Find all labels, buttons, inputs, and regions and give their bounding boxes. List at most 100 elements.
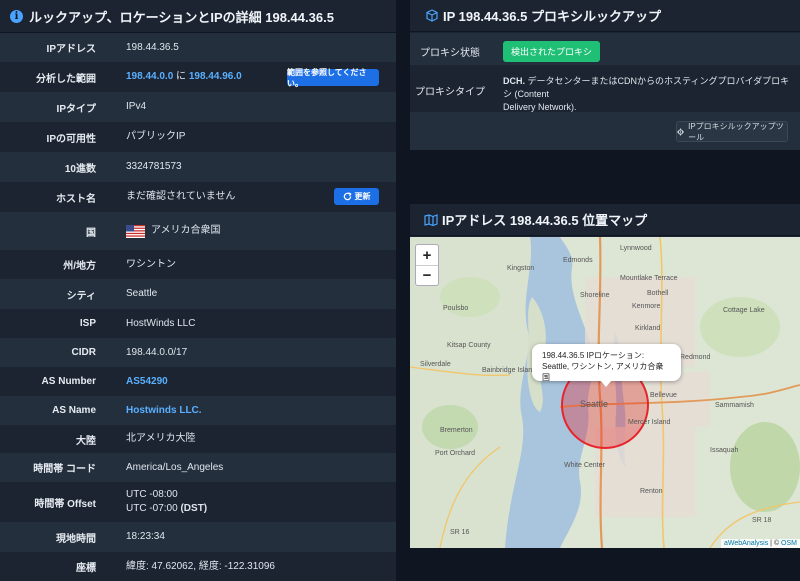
row-label: 時間帯 コード — [33, 464, 96, 475]
row-ip-type: IPタイプ IPv4 — [0, 92, 396, 122]
row-as-number: AS Number AS54290 — [0, 367, 396, 396]
row-city: シティ Seattle — [0, 279, 396, 309]
map-label: Issaquah — [710, 447, 739, 454]
map-label: Redmond — [680, 354, 711, 361]
range-joiner: に — [176, 71, 187, 82]
row-value: America/Los_Angeles — [126, 461, 224, 473]
row-value: まだ確認されていません — [126, 191, 236, 202]
offset-standard: UTC -08:00 — [126, 489, 178, 500]
proxy-type-label: プロキシタイプ — [415, 87, 485, 98]
row-as-name: AS Name Hostwinds LLC. — [0, 396, 396, 425]
row-value: 北アメリカ大陸 — [126, 433, 196, 444]
row-label: ホスト名 — [56, 193, 96, 205]
row-label: IPの可用性 — [46, 133, 96, 145]
row-value: 3324781573 — [126, 161, 182, 172]
proxy-type-code: DCH. — [503, 76, 525, 86]
proxy-tool-label: IPプロキシルックアップツール — [688, 121, 784, 142]
proxy-header: IP 198.44.36.5 プロキシルックアップ — [410, 0, 800, 32]
offset-dst: UTC -07:00 (DST) — [126, 502, 207, 516]
row-continent: 大陸 北アメリカ大陸 — [0, 425, 396, 453]
row-ip-address: IPアドレス 198.44.36.5 — [0, 33, 396, 62]
map-label: Renton — [640, 488, 663, 495]
map-label: Bothell — [647, 290, 669, 297]
map-label: Cottage Lake — [723, 307, 765, 314]
row-label: AS Name — [52, 405, 96, 416]
proxy-status-row: プロキシ状態 検出されたプロキシ — [410, 33, 800, 65]
map-label: Poulsbo — [443, 305, 469, 312]
attribution-sep: | © — [768, 540, 782, 547]
row-label: 10進数 — [64, 163, 96, 175]
proxy-type-desc-2: Delivery Network). — [503, 102, 577, 112]
map-label: Port Orchard — [435, 450, 476, 457]
row-label: IPタイプ — [56, 103, 96, 115]
row-value: アメリカ合衆国 — [126, 224, 221, 238]
dst-tag: (DST) — [180, 503, 208, 514]
view-range-button[interactable]: 範囲を参照してください。 — [287, 68, 379, 88]
map-title: IPアドレス 198.44.36.5 位置マップ — [442, 213, 648, 228]
proxy-panel: IP 198.44.36.5 プロキシルックアップ プロキシ状態 検出されたプロ… — [410, 0, 800, 150]
map-label: White Center — [564, 462, 605, 469]
location-popup: 198.44.36.5 IPロケーション: Seattle, ワシントン, アメ… — [532, 344, 681, 382]
popup-line-1: 198.44.36.5 IPロケーション: — [542, 351, 645, 360]
row-value: IPv4 — [126, 101, 147, 112]
row-isp: ISP HostWinds LLC — [0, 309, 396, 338]
attribution-link[interactable]: aWebAnalysis — [724, 540, 768, 547]
row-value: HostWinds LLC — [126, 317, 196, 329]
row-local-time: 現地時間 18:23:34 — [0, 522, 396, 552]
row-label: 座標 — [76, 563, 96, 574]
refresh-label: 更新 — [354, 192, 371, 201]
map-label: Bainbridge Island — [482, 367, 537, 374]
row-country: 国 アメリカ合衆国 — [0, 212, 396, 250]
row-value: UTC -08:00 UTC -07:00 (DST) — [126, 488, 207, 516]
map-label: Kenmore — [632, 303, 661, 310]
range-end-link[interactable]: 198.44.96.0 — [189, 71, 242, 82]
zoom-out-button[interactable]: − — [416, 265, 438, 285]
as-number-link[interactable]: AS54290 — [126, 375, 168, 389]
proxy-lookup-tool-button[interactable]: IPプロキシルックアップツール — [676, 121, 788, 142]
row-value: 198.44.0.0/17 — [126, 346, 188, 358]
row-coordinates: 座標 緯度: 47.62062, 経度: -122.31096 — [0, 552, 396, 581]
map-label: SR 18 — [752, 517, 772, 524]
proxy-type-desc-1: データセンターまたはCDNからのホスティングプロバイダプロキシ (Content — [503, 76, 790, 99]
row-label: CIDR — [71, 347, 96, 358]
location-map[interactable]: Lynnwood Edmonds Kingston Mountlake Terr… — [410, 237, 800, 548]
row-hostname: ホスト名 まだ確認されていません 更新 — [0, 182, 396, 212]
offset-dst-value: UTC -07:00 — [126, 503, 178, 514]
map-label: Lynnwood — [620, 245, 652, 252]
ip-details-panel: i ルックアップ、ロケーションとIPの詳細 198.44.36.5 IPアドレス… — [0, 0, 396, 581]
row-label: 州/地方 — [63, 261, 96, 272]
row-cidr: CIDR 198.44.0.0/17 — [0, 338, 396, 367]
row-label: 国 — [86, 227, 96, 239]
map-label: Kitsap County — [447, 342, 491, 349]
gear-icon — [677, 127, 685, 136]
map-icon — [424, 213, 438, 226]
as-name-link[interactable]: Hostwinds LLC. — [126, 404, 202, 418]
row-value: 198.44.36.5 — [126, 41, 179, 53]
map-label: Mountlake Terrace — [620, 275, 678, 282]
refresh-hostname-button[interactable]: 更新 — [334, 188, 379, 205]
map-footer-space — [410, 548, 800, 581]
proxy-tool-row: IPプロキシルックアップツール — [410, 112, 800, 150]
map-attribution: aWebAnalysis | © OSM — [721, 539, 800, 548]
row-label: AS Number — [41, 376, 96, 387]
row-label: 時間帯 Offset — [34, 498, 96, 510]
osm-link[interactable]: OSM — [781, 540, 797, 547]
row-offset: 時間帯 Offset UTC -08:00 UTC -07:00 (DST) — [0, 482, 396, 522]
row-range: 分析した範囲 198.44.0.0 に 198.44.96.0 範囲を参照してく… — [0, 62, 396, 92]
info-circle-icon: i — [10, 9, 23, 23]
zoom-in-button[interactable]: + — [416, 245, 438, 265]
map-panel: IPアドレス 198.44.36.5 位置マップ — [410, 204, 800, 237]
map-label: Mercer Island — [628, 419, 671, 426]
row-value: パブリックIP — [126, 131, 186, 142]
proxy-status-badge: 検出されたプロキシ — [503, 41, 601, 62]
map-label: Seattle — [580, 399, 609, 409]
map-label: Silverdale — [420, 361, 451, 368]
map-base — [410, 237, 800, 548]
proxy-status-label: プロキシ状態 — [420, 48, 480, 59]
map-label: Bellevue — [650, 392, 677, 399]
row-label: IPアドレス — [46, 44, 96, 55]
refresh-icon — [343, 192, 352, 201]
row-decimal: 10進数 3324781573 — [0, 152, 396, 182]
range-start-link[interactable]: 198.44.0.0 — [126, 71, 173, 82]
row-label: ISP — [79, 318, 96, 329]
